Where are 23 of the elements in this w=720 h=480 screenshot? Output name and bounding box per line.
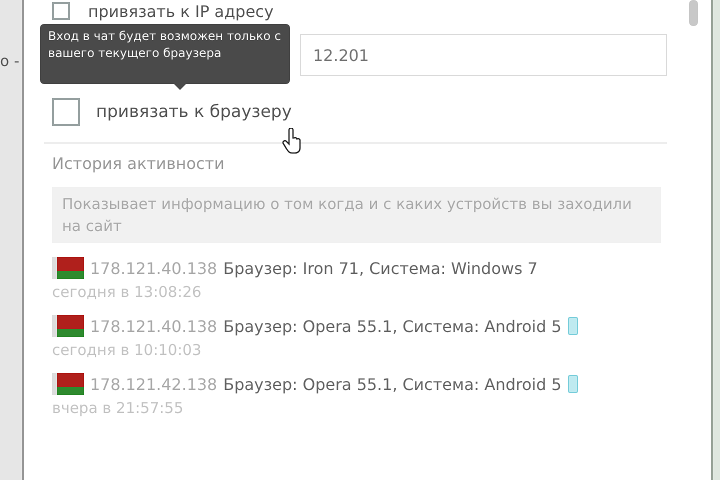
scrollbar-thumb[interactable]	[689, 0, 698, 26]
visit-time: сегодня в 10:10:03	[52, 341, 202, 359]
device-details: Браузер: Opera 55.1, Система: Android 5	[223, 374, 562, 394]
visit-time: сегодня в 13:08:26	[52, 283, 202, 301]
device-details: Браузер: Opera 55.1, Система: Android 5	[223, 316, 562, 336]
checkbox[interactable]	[52, 2, 70, 20]
section-title: История активности	[52, 154, 226, 173]
checkbox-label: привязать к IP адресу	[88, 2, 274, 20]
background-text: о -	[0, 52, 20, 70]
flag-icon	[52, 257, 84, 279]
flag-icon	[52, 315, 84, 337]
tooltip: Вход в чат будет возможен только с вашего текущего браузера	[40, 24, 290, 84]
input-field[interactable]: 12.201	[300, 34, 667, 76]
ip-address: 178.121.40.138	[90, 258, 218, 278]
checkbox-label: привязать к браузеру	[96, 102, 292, 122]
info-note: Показывает информацию о том когда и с каких устройств вы заходили на сайт	[52, 187, 661, 243]
tooltip-pointer	[174, 84, 186, 90]
ip-address: 178.121.40.138	[90, 316, 218, 336]
flag-icon	[52, 373, 84, 395]
device-details: Браузер: Iron 71, Система: Windows 7	[223, 258, 538, 278]
ip-address: 178.121.42.138	[90, 374, 218, 394]
checkbox[interactable]	[52, 98, 80, 126]
visit-time: вчера в 21:57:55	[52, 399, 184, 417]
